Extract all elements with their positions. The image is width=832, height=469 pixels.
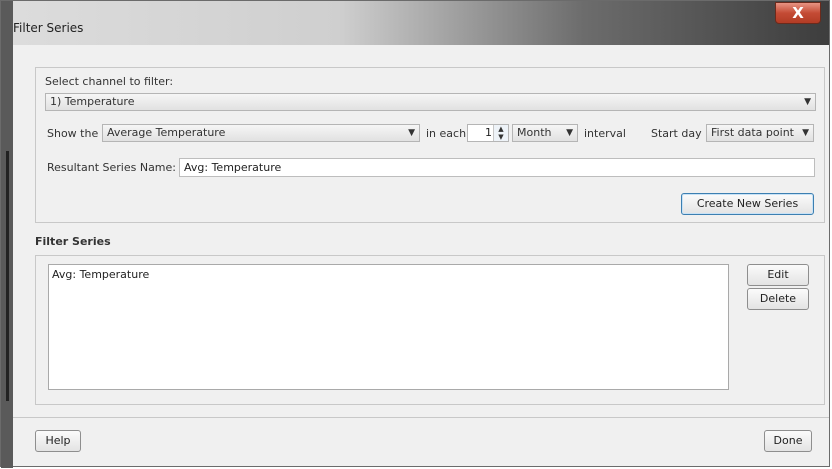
title-bar: Filter Series X [13,1,829,45]
interval-count-stepper[interactable]: 1 ▲ ▼ [467,124,509,142]
function-selected-value: Average Temperature [107,126,226,139]
interval-unit-select[interactable]: Month ▼ [512,124,578,142]
channel-select[interactable]: 1) Temperature ▼ [45,93,816,111]
start-day-select[interactable]: First data point ▼ [706,124,814,142]
resultant-name-label: Resultant Series Name: [47,161,176,174]
channel-label: Select channel to filter: [45,75,174,88]
close-button[interactable]: X [775,2,821,24]
stepper-arrows-icon[interactable]: ▲ ▼ [493,125,508,141]
start-day-value: First data point [711,126,794,139]
chevron-down-icon: ▼ [566,128,573,138]
list-item[interactable]: Avg: Temperature [52,268,149,281]
filter-series-heading: Filter Series [35,235,111,248]
footer-divider [13,417,829,418]
delete-button[interactable]: Delete [747,288,809,310]
filter-series-panel: Avg: Temperature Edit Delete [35,255,825,405]
show-the-label: Show the [47,127,99,140]
done-button[interactable]: Done [764,430,812,452]
interval-label: interval [584,127,626,140]
create-new-series-button[interactable]: Create New Series [681,193,814,215]
create-filter-panel: Select channel to filter: 1) Temperature… [35,67,825,223]
channel-selected-value: 1) Temperature [50,95,135,108]
window-left-edge [1,1,13,468]
dialog-content: Select channel to filter: 1) Temperature… [13,45,829,466]
filter-series-list[interactable]: Avg: Temperature [48,264,729,390]
edit-button[interactable]: Edit [747,264,809,286]
start-day-label: Start day [651,127,702,140]
window-title: Filter Series [13,21,84,35]
chevron-down-icon: ▼ [802,128,809,138]
filter-series-window: Filter Series X Select channel to filter… [0,0,830,468]
in-each-label: in each [426,127,467,140]
chevron-down-icon: ▼ [804,97,811,107]
interval-count-value: 1 [485,126,492,139]
resultant-name-input[interactable]: Avg: Temperature [179,158,815,177]
close-icon: X [792,4,804,22]
chevron-down-icon: ▼ [408,128,415,138]
help-button[interactable]: Help [35,430,81,452]
interval-unit-value: Month [517,126,552,139]
function-select[interactable]: Average Temperature ▼ [102,124,420,142]
